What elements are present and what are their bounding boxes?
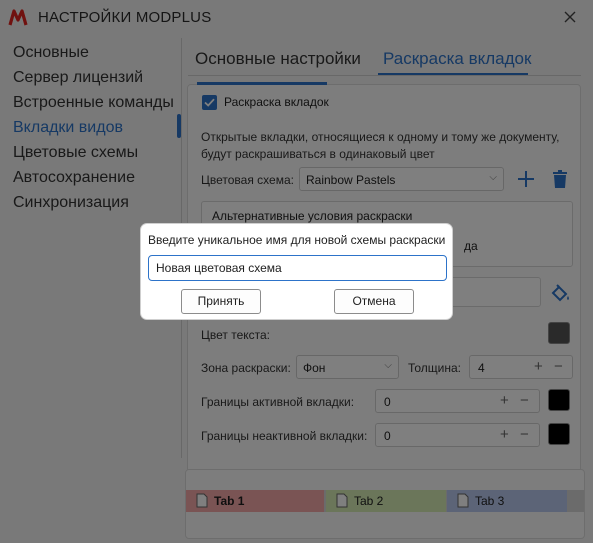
- accept-button[interactable]: Принять: [181, 289, 261, 314]
- cancel-button[interactable]: Отмена: [334, 289, 414, 314]
- scheme-name-input[interactable]: Новая цветовая схема: [148, 255, 447, 281]
- dialog-prompt: Введите уникальное имя для новой схемы р…: [148, 233, 446, 247]
- new-scheme-dialog: Введите уникальное имя для новой схемы р…: [140, 223, 453, 320]
